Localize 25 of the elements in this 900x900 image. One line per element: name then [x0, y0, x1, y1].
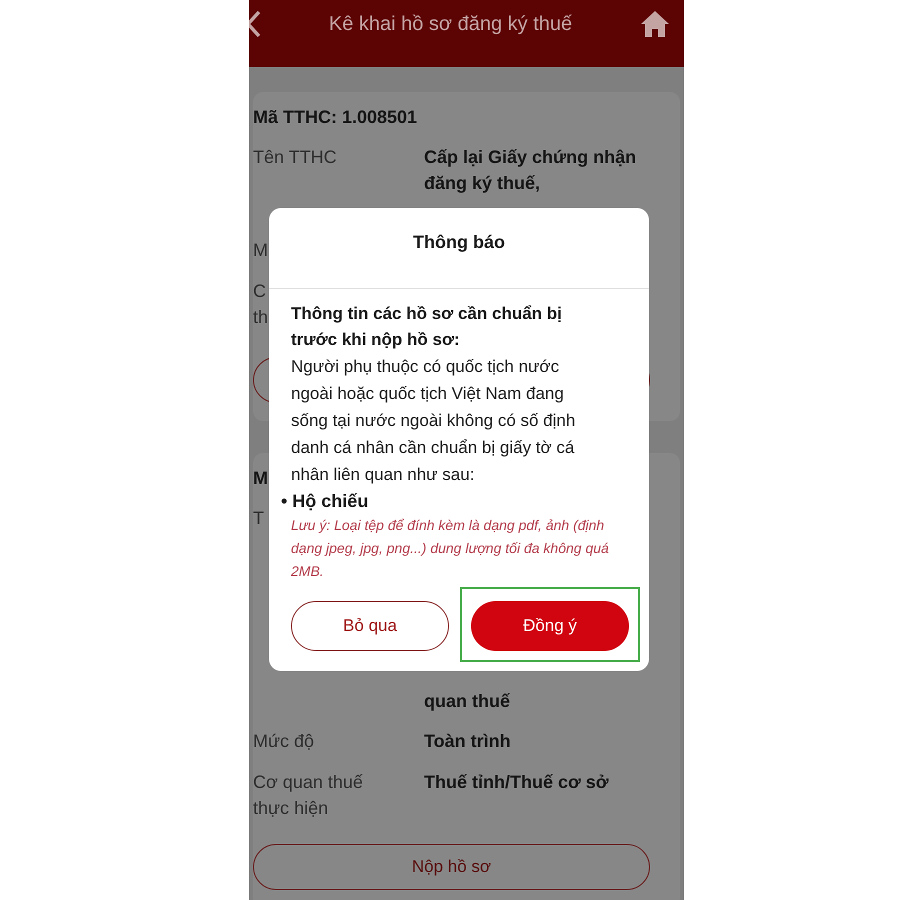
header-title: Kê khai hồ sơ đăng ký thuế [328, 12, 572, 37]
skip-button[interactable]: Bỏ qua [291, 601, 449, 651]
field-label: Mức độ [253, 730, 314, 753]
field-value: Toàn trình [424, 730, 512, 753]
field-label: M [253, 239, 268, 262]
card-title: M [253, 467, 268, 490]
home-icon[interactable] [640, 10, 670, 38]
card-title: Mã TTHC: 1.008501 [253, 106, 418, 129]
back-icon[interactable] [249, 9, 261, 39]
field-label: Cơ quan thuế [253, 771, 363, 794]
dialog-heading: Thông tin các hồ sơ cần chuẩn bị trước khi nộp hồ sơ: [291, 303, 563, 351]
note-text: Lưu ý: Loại tệp để đính kèm là dạng pdf, ảnh (định dạng jpeg, jpg, png...) dung lượng tối đa không quá 2MB. [291, 516, 610, 581]
field-label: thực hiện [253, 797, 328, 820]
field-label: Tên TTHC [253, 146, 337, 169]
field-label: C [253, 280, 266, 303]
dialog-title: Thông báo [269, 208, 649, 289]
submit-button[interactable]: Nộp hồ sơ [253, 844, 650, 890]
field-value: Cấp lại Giấy chứng nhận đăng ký thuế, [424, 146, 638, 195]
dialog-text: Người phụ thuộc có quốc tịch nước ngoài hoặc quốc tịch Việt Nam đang sống tại nước ngoài không có số định danh cá nhân cần chuẩn bị giấy tờ cá nhân liên quan như sau: [291, 356, 576, 486]
field-label: T [253, 507, 264, 530]
field-value: Thuế tỉnh/Thuế cơ sở [424, 771, 610, 794]
field-label: th [253, 306, 268, 329]
list-item: • Hộ chiếu [281, 490, 370, 513]
confirm-button[interactable]: Đồng ý [471, 601, 629, 651]
field-value: quan thuế [424, 690, 511, 713]
